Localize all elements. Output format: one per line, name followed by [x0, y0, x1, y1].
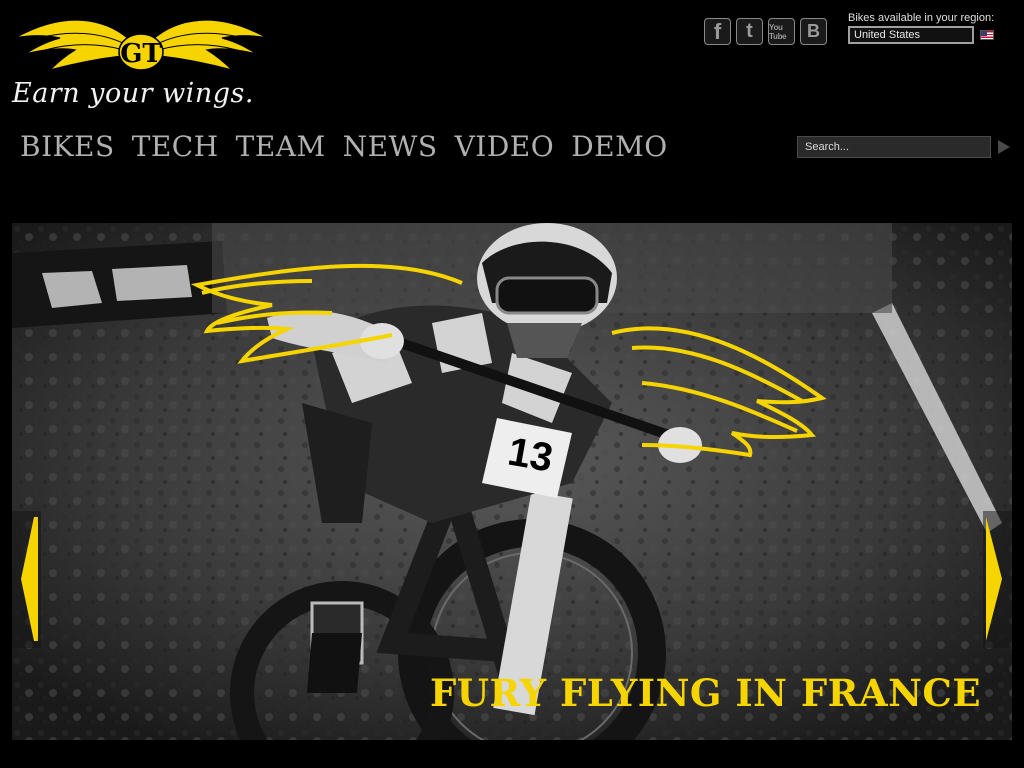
- chevron-left-icon: [21, 517, 38, 641]
- nav-item-video[interactable]: VIDEO: [455, 130, 555, 163]
- svg-text:13: 13: [505, 430, 556, 481]
- nav-item-team[interactable]: TEAM: [236, 130, 326, 163]
- facebook-icon[interactable]: f: [704, 18, 731, 45]
- tagline: Earn your wings.: [12, 78, 254, 109]
- downhill-rider-with-wings-photo: 13: [12, 223, 1012, 740]
- nav-item-tech[interactable]: TECH: [132, 130, 219, 163]
- us-flag-icon: [980, 30, 994, 40]
- hero-caption[interactable]: FURY FLYING IN FRANCE: [430, 671, 981, 715]
- region-select[interactable]: United States: [848, 26, 974, 44]
- main-nav: BIKES TECH TEAM NEWS VIDEO DEMO: [20, 130, 668, 163]
- svg-text:GT: GT: [120, 39, 162, 69]
- hero-banner[interactable]: 13 FURY FLYING IN FRANCE: [12, 223, 1012, 740]
- slider-prev-arrow[interactable]: [12, 511, 41, 648]
- social-links: f t You Tube B: [704, 18, 827, 45]
- gt-winged-logo-icon: GT: [14, 19, 268, 72]
- nav-item-bikes[interactable]: BIKES: [20, 130, 115, 163]
- search-bar: [797, 136, 1010, 158]
- blogger-icon[interactable]: B: [800, 18, 827, 45]
- nav-item-demo[interactable]: DEMO: [571, 130, 668, 163]
- nav-item-news[interactable]: NEWS: [343, 130, 438, 163]
- slider-next-arrow[interactable]: [983, 511, 1012, 648]
- youtube-icon[interactable]: You Tube: [768, 18, 795, 45]
- region-selector: Bikes available in your region: United S…: [848, 12, 994, 44]
- region-label: Bikes available in your region:: [848, 12, 995, 24]
- twitter-icon[interactable]: t: [736, 18, 763, 45]
- search-input[interactable]: [797, 136, 991, 158]
- search-submit-arrow-icon[interactable]: [998, 140, 1010, 154]
- gt-logo[interactable]: GT Earn your wings.: [10, 8, 275, 128]
- chevron-right-icon: [986, 517, 1002, 641]
